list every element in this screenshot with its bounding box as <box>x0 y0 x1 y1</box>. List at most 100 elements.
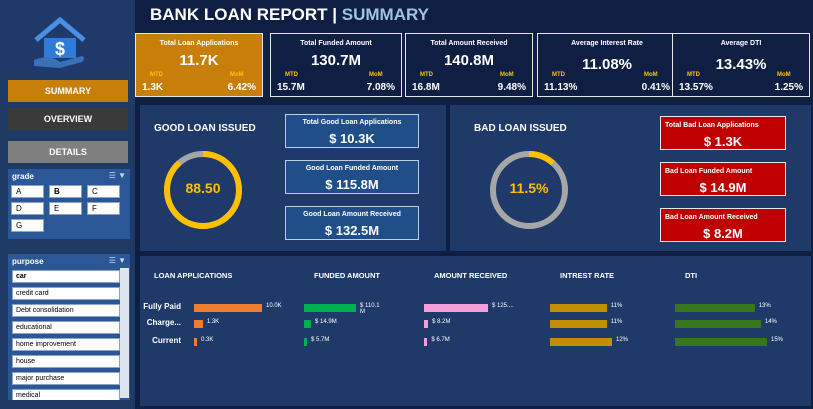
slicer-filter-icon[interactable]: ☰ ▼ <box>109 171 126 180</box>
chart-bar <box>304 338 307 346</box>
kpi-card: Total Funded Amount 130.7M MTD MoM 15.7M 7.08… <box>270 33 402 97</box>
bad-card-label: Bad Loan Funded Amount <box>665 168 753 175</box>
kpi-label: Total Funded Amount <box>300 40 372 47</box>
chart-bar <box>424 320 429 328</box>
kpi-mtd-value: 11.13% <box>544 82 578 93</box>
chart-bar <box>194 320 203 328</box>
good-loan-card: Total Good Loan Applications $ 10.3K <box>285 114 419 148</box>
bad-loan-card: Bad Loan Amount Received $ 8.2M <box>660 208 786 242</box>
good-card-label: Good Loan Amount Received <box>303 211 401 218</box>
grade-option-d[interactable]: D <box>11 202 44 215</box>
kpi-mom-label: MoM <box>644 72 658 78</box>
grade-option-f[interactable]: F <box>87 202 120 215</box>
bad-card-value: $ 14.9M <box>699 180 747 195</box>
kpi-mom-label: MoM <box>369 72 383 78</box>
kpi-mtd-value: 1.3K <box>142 82 164 93</box>
good-card-label: Total Good Loan Applications <box>302 119 402 126</box>
chart-bar <box>675 320 761 328</box>
purpose-option[interactable]: Debt consolidation <box>12 304 120 317</box>
purpose-option[interactable]: major purchase <box>12 372 120 385</box>
kpi-mtd-label: MTD <box>687 72 700 78</box>
chart-data-label: $ 14.9M <box>315 319 337 325</box>
chart-data-label: $ 6.7M <box>431 337 450 343</box>
slicer-filter-icon[interactable]: ☰ ▼ <box>109 256 126 265</box>
nav-summary-button[interactable]: SUMMARY <box>8 80 128 102</box>
chart-bar <box>194 304 262 312</box>
grade-option-g[interactable]: G <box>11 219 44 232</box>
chart-data-label: $ 5.7M <box>311 337 330 343</box>
chart-bar <box>675 338 767 346</box>
good-loan-card: Good Loan Amount Received $ 132.5M <box>285 206 419 240</box>
grade-option-b[interactable]: B <box>49 185 82 198</box>
chart-bar <box>194 338 197 346</box>
chart-data-label: 11% <box>610 303 623 309</box>
sidebar: $ SUMMARY OVERVIEW DETAILS grade ☰ ▼ ABC… <box>0 0 135 409</box>
purpose-option[interactable]: house <box>12 355 120 368</box>
grade-option-a[interactable]: A <box>11 185 44 198</box>
bad-card-label: Bad Loan Amount Received <box>665 214 758 221</box>
kpi-card: Average Interest Rate 11.08% MTD MoM 11.13% 0… <box>537 33 677 97</box>
chart-title: DTI <box>685 271 698 280</box>
logo-area: $ <box>0 0 135 74</box>
kpi-mtd-label: MTD <box>285 72 298 78</box>
bad-card-value: $ 1.3K <box>703 134 743 149</box>
good-loan-title: GOOD LOAN ISSUED <box>154 123 256 134</box>
chart-bar <box>550 338 612 346</box>
chart-category-label: Fully Paid <box>143 302 181 311</box>
chart-title: INTREST RATE <box>560 271 615 280</box>
purpose-option[interactable]: credit card <box>12 287 120 300</box>
kpi-value: 11.7K <box>179 52 219 69</box>
chart-data-label: 13% <box>758 303 771 309</box>
kpi-value: 13.43% <box>715 56 767 73</box>
kpi-label: Total Amount Received <box>430 40 508 47</box>
purpose-options: car credit card Debt consolidation educatio… <box>8 270 122 400</box>
bad-loan-title: BAD LOAN ISSUED <box>474 123 567 134</box>
purpose-option[interactable]: medical <box>12 389 120 400</box>
kpi-mtd-label: MTD <box>420 72 433 78</box>
kpi-card: Average DTI 13.43% MTD MoM 13.57% 1.25% <box>672 33 810 97</box>
kpi-mom-value: 6.42% <box>227 82 256 93</box>
charts-panel: LOAN APPLICATIONS Fully Paid 10.0K Charge..… <box>140 256 811 406</box>
chart-data-label: 15% <box>771 337 784 343</box>
chart-data-label: 11% <box>610 319 623 325</box>
chart-data-label: 10.0K <box>266 303 282 309</box>
bad-loan-card: Bad Loan Funded Amount $ 14.9M <box>660 162 786 196</box>
kpi-mtd-value: 13.57% <box>679 82 713 93</box>
purpose-scrollbar[interactable] <box>120 268 129 398</box>
nav-details-button[interactable]: DETAILS <box>8 141 128 163</box>
purpose-option[interactable]: home improvement <box>12 338 120 351</box>
chart-data-label: 12% <box>616 337 629 343</box>
kpi-mom-value: 7.08% <box>366 82 395 93</box>
grade-option-e[interactable]: E <box>49 202 82 215</box>
kpi-value: 11.08% <box>581 56 633 73</box>
bad-loan-panel: BAD LOAN ISSUED 11.5% Total Bad Loan App… <box>450 105 811 251</box>
chart-category-label: Current <box>152 336 181 345</box>
chart-data-label: 1.3K <box>206 319 220 325</box>
kpi-value: 140.8M <box>443 52 495 69</box>
grade-slicer: grade ☰ ▼ ABCDEFG <box>8 169 130 239</box>
bad-card-label: Total Bad Loan Applications <box>665 122 759 129</box>
kpi-mtd-label: MTD <box>150 72 163 78</box>
bad-card-value: $ 8.2M <box>703 226 743 241</box>
kpi-card: Total Loan Applications 11.7K MTD MoM 1.3K 6.… <box>135 33 263 97</box>
purpose-slicer: purpose ☰ ▼ car credit card Debt consolida… <box>8 254 130 400</box>
chart-bar <box>304 304 356 312</box>
good-card-label: Good Loan Funded Amount <box>305 165 399 172</box>
chart-data-label: 14% <box>764 319 777 325</box>
chart-bar <box>424 304 488 312</box>
good-card-value: $ 115.8M <box>325 177 379 192</box>
kpi-mom-label: MoM <box>230 72 244 78</box>
grade-option-c[interactable]: C <box>87 185 120 198</box>
kpi-mtd-value: 16.8M <box>412 82 440 93</box>
chart-bar <box>550 320 607 328</box>
purpose-option[interactable]: educational <box>12 321 120 334</box>
good-loan-panel: GOOD LOAN ISSUED 88.50 Total Good Loan A… <box>140 105 446 251</box>
bad-loan-percent: 11.5% <box>509 180 549 196</box>
nav-overview-button[interactable]: OVERVIEW <box>8 108 128 130</box>
kpi-label: Average Interest Rate <box>571 40 643 47</box>
title-sub: SUMMARY <box>341 5 429 24</box>
purpose-option[interactable]: car <box>12 270 120 283</box>
chart-title: LOAN APPLICATIONS <box>154 271 233 280</box>
chart-data-label: $ 8.2M <box>432 319 451 325</box>
chart-title: AMOUNT RECEIVED <box>434 271 508 280</box>
